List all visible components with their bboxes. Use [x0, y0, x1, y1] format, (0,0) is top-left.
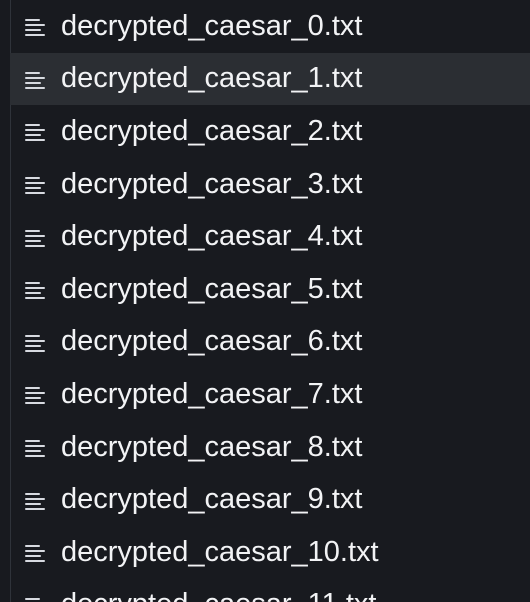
- file-name: decrypted_caesar_11.txt: [61, 590, 376, 602]
- file-row-decrypted-caesar-2[interactable]: decrypted_caesar_2.txt: [0, 105, 530, 158]
- file-row-decrypted-caesar-10[interactable]: decrypted_caesar_10.txt: [0, 526, 530, 579]
- text-file-icon: [25, 490, 47, 510]
- file-name: decrypted_caesar_4.txt: [61, 220, 363, 253]
- text-file-icon: [25, 437, 47, 458]
- file-name: decrypted_caesar_5.txt: [61, 272, 363, 305]
- file-name: decrypted_caesar_10.txt: [61, 535, 379, 568]
- file-name: decrypted_caesar_1.txt: [61, 62, 363, 95]
- file-list: decrypted_caesar_0.txt decrypted_caesar_…: [0, 0, 530, 602]
- text-file-icon: [25, 69, 47, 89]
- file-row-decrypted-caesar-0[interactable]: decrypted_caesar_0.txt: [0, 0, 530, 53]
- file-name: decrypted_caesar_2.txt: [61, 114, 363, 147]
- text-file-icon: [25, 542, 47, 563]
- file-row-decrypted-caesar-3[interactable]: decrypted_caesar_3.txt: [0, 158, 530, 211]
- text-file-icon: [25, 121, 47, 142]
- file-name: decrypted_caesar_3.txt: [61, 167, 363, 200]
- file-row-decrypted-caesar-9[interactable]: decrypted_caesar_9.txt: [0, 473, 530, 526]
- text-file-icon: [25, 279, 47, 300]
- file-name: decrypted_caesar_0.txt: [61, 9, 363, 42]
- file-row-decrypted-caesar-4[interactable]: decrypted_caesar_4.txt: [0, 210, 530, 263]
- file-name: decrypted_caesar_8.txt: [61, 430, 363, 463]
- file-row-decrypted-caesar-7[interactable]: decrypted_caesar_7.txt: [0, 368, 530, 421]
- text-file-icon: [25, 384, 47, 405]
- file-name: decrypted_caesar_6.txt: [61, 325, 363, 358]
- file-row-decrypted-caesar-6[interactable]: decrypted_caesar_6.txt: [0, 316, 530, 369]
- file-row-decrypted-caesar-11[interactable]: decrypted_caesar_11.txt: [0, 579, 530, 602]
- text-file-icon: [25, 174, 47, 195]
- text-file-icon: [25, 16, 47, 37]
- text-file-icon: [25, 227, 47, 247]
- text-file-icon: [25, 595, 47, 602]
- file-row-decrypted-caesar-1[interactable]: decrypted_caesar_1.txt: [0, 52, 530, 106]
- file-explorer: decrypted_caesar_0.txt decrypted_caesar_…: [0, 0, 530, 602]
- file-row-decrypted-caesar-8[interactable]: decrypted_caesar_8.txt: [0, 421, 530, 474]
- text-file-icon: [25, 332, 47, 352]
- file-name: decrypted_caesar_9.txt: [61, 483, 363, 516]
- file-row-decrypted-caesar-5[interactable]: decrypted_caesar_5.txt: [0, 263, 530, 316]
- file-name: decrypted_caesar_7.txt: [61, 377, 363, 410]
